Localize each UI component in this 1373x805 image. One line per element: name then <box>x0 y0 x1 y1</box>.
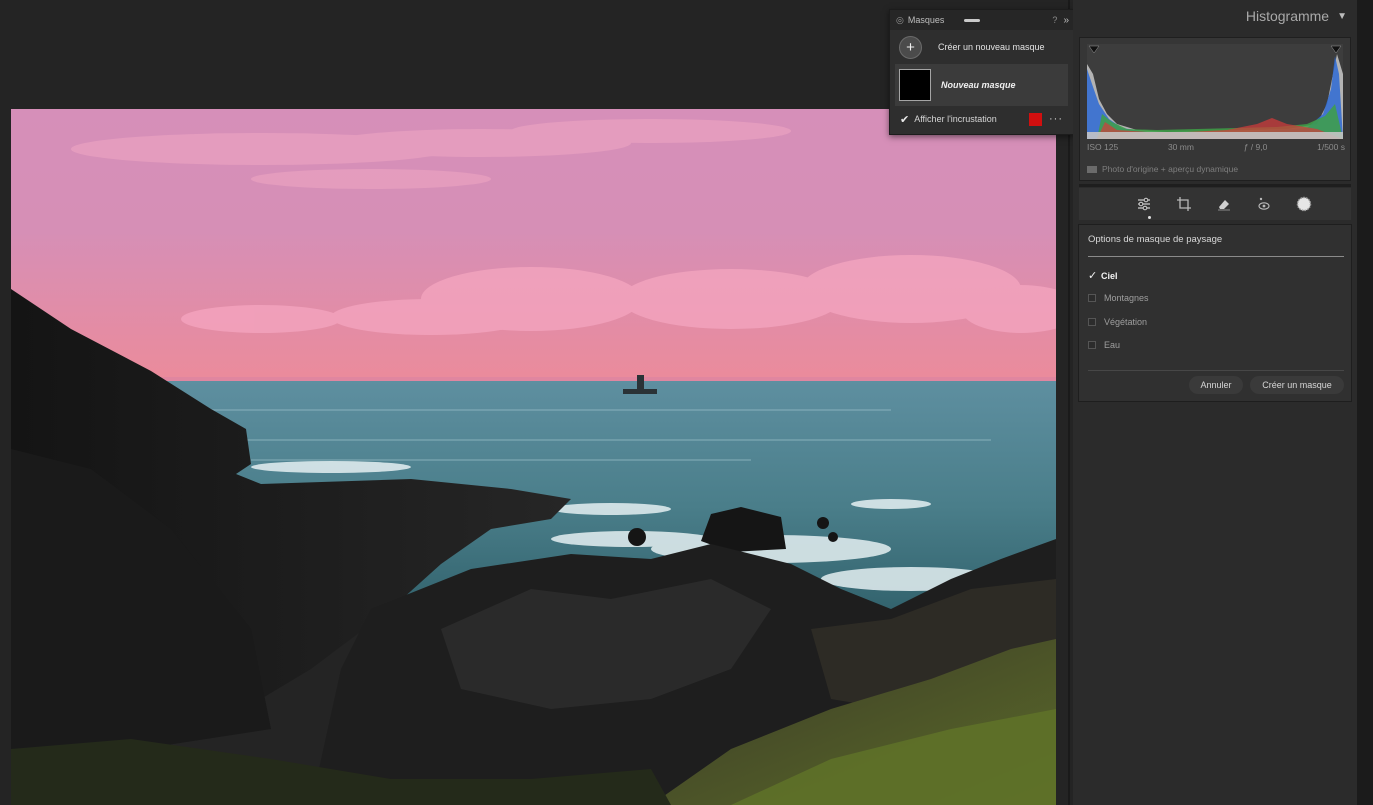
photo-preview[interactable] <box>11 109 1056 805</box>
option-vegetation[interactable]: Végétation <box>1088 317 1147 327</box>
exif-iso: ISO 125 <box>1087 142 1119 152</box>
mask-list-item[interactable]: Nouveau masque <box>895 64 1068 106</box>
create-new-mask-button[interactable]: + Créer un nouveau masque <box>890 30 1073 64</box>
exif-focal: 30 mm <box>1167 142 1194 152</box>
right-panel: Histogramme ▼ ISO 125 30 mm ƒ / 9,0 1/50… <box>1073 0 1357 805</box>
triangle-down-icon[interactable]: ▼ <box>1337 11 1347 22</box>
option-mountains[interactable]: Montagnes <box>1088 293 1149 303</box>
exif-aperture: ƒ / 9,0 <box>1243 142 1268 152</box>
overlay-color-swatch[interactable] <box>1029 112 1042 126</box>
sliders-icon[interactable] <box>1134 194 1154 214</box>
collapse-panel-icon[interactable]: » <box>1063 15 1068 26</box>
masking-icon[interactable] <box>1294 194 1314 214</box>
show-overlay-row: ✔ Afficher l'incrustation ··· <box>890 106 1073 132</box>
option-sky[interactable]: ✓ Ciel <box>1088 269 1118 282</box>
checkbox <box>1088 318 1096 326</box>
preview-icon <box>1087 165 1097 173</box>
highlight-clipping-icon <box>1330 45 1342 54</box>
masks-panel-header[interactable]: ◎ Masques ? » <box>890 10 1073 30</box>
eye-icon[interactable]: ◎ <box>896 15 904 26</box>
option-label: Montagnes <box>1104 293 1149 303</box>
option-label: Ciel <box>1101 270 1118 281</box>
preview-mode[interactable]: Photo d'origine + aperçu dynamique <box>1087 164 1238 174</box>
create-new-mask-label: Créer un nouveau masque <box>938 42 1045 52</box>
more-options-icon[interactable]: ··· <box>1049 113 1063 125</box>
exif-shutter: 1/500 s <box>1317 142 1345 152</box>
active-tool-indicator <box>1148 216 1151 219</box>
drag-handle[interactable] <box>964 18 981 22</box>
exif-info: ISO 125 30 mm ƒ / 9,0 1/500 s <box>1087 142 1345 152</box>
histogram-header[interactable]: Histogramme ▼ <box>1073 0 1357 32</box>
eraser-icon[interactable] <box>1214 194 1234 214</box>
landscape-mask-options: Options de masque de paysage ✓ Ciel Mont… <box>1078 224 1352 402</box>
options-divider <box>1088 256 1344 257</box>
scrollbar[interactable] <box>1357 0 1373 805</box>
tool-strip <box>1079 188 1351 220</box>
help-icon[interactable]: ? <box>1052 15 1057 25</box>
histogram-title: Histogramme <box>1245 8 1330 24</box>
section-divider <box>1079 184 1351 187</box>
redeye-icon[interactable] <box>1254 194 1274 214</box>
histogram-graph <box>1087 44 1343 139</box>
histogram-panel: ISO 125 30 mm ƒ / 9,0 1/500 s Photo d'or… <box>1079 37 1351 181</box>
landscape-photo <box>11 109 1056 805</box>
checkbox <box>1088 341 1096 349</box>
options-title: Options de masque de paysage <box>1088 234 1223 245</box>
checkmark-icon: ✓ <box>1088 270 1098 282</box>
cancel-button[interactable]: Annuler <box>1189 376 1243 394</box>
preview-label: Photo d'origine + aperçu dynamique <box>1102 164 1239 174</box>
options-footer-divider <box>1088 370 1344 371</box>
masks-panel-title: Masques <box>907 15 945 25</box>
option-label: Végétation <box>1104 317 1148 327</box>
overlay-checkbox[interactable]: ✔ <box>900 113 909 126</box>
histogram-chart <box>1087 45 1343 139</box>
mask-name: Nouveau masque <box>941 80 1016 90</box>
masks-panel: ◎ Masques ? » + Créer un nouveau masque … <box>889 9 1074 135</box>
create-mask-button[interactable]: Créer un masque <box>1250 376 1344 394</box>
plus-icon: + <box>899 35 922 59</box>
shadow-clipping-icon <box>1088 45 1100 54</box>
mask-thumbnail <box>899 69 931 101</box>
option-water[interactable]: Eau <box>1088 340 1120 350</box>
show-overlay-label: Afficher l'incrustation <box>914 114 997 124</box>
crop-icon[interactable] <box>1174 194 1194 214</box>
option-label: Eau <box>1104 340 1121 350</box>
checkbox <box>1088 294 1096 302</box>
